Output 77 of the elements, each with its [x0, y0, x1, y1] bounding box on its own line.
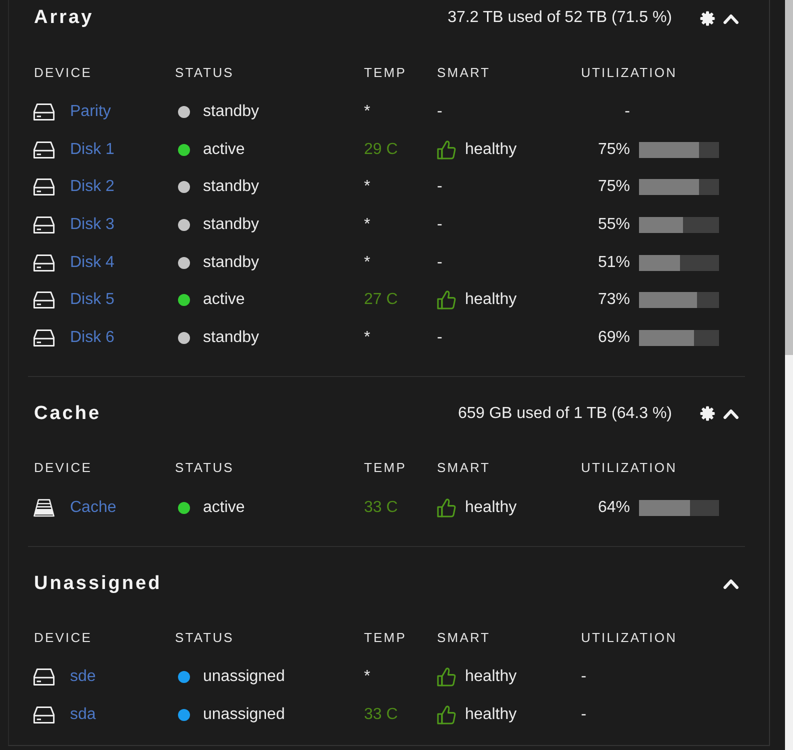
column-header: STATUS — [175, 630, 235, 645]
smart-status: - — [437, 178, 442, 196]
smart-status: healthy — [465, 140, 517, 159]
column-header: SMART — [437, 630, 492, 645]
temperature-text: 29 C — [364, 140, 398, 159]
column-header: TEMP — [364, 460, 408, 476]
device-link[interactable]: Disk 4 — [70, 254, 114, 272]
temperature-text: * — [364, 328, 370, 347]
utilization-percent: 75% — [596, 140, 630, 159]
column-header: SMART — [437, 460, 492, 476]
temperature-text: * — [364, 178, 370, 196]
smart-status: healthy — [465, 668, 517, 686]
column-header: STATUS — [175, 64, 235, 80]
smart-status: - — [437, 328, 442, 347]
scrollbar-track[interactable] — [785, 0, 793, 750]
smart-status: - — [437, 102, 442, 121]
column-header: SMART — [437, 64, 492, 80]
utilization-percent: 55% — [596, 216, 630, 234]
utilization-percent: 51% — [596, 254, 630, 272]
status-text: standby — [203, 178, 260, 196]
temperature-text: * — [364, 102, 370, 121]
device-link[interactable]: sde — [70, 668, 96, 686]
status-text: standby — [203, 102, 260, 121]
column-header: UTILIZATION — [581, 630, 678, 645]
device-link[interactable]: Parity — [70, 102, 111, 121]
settings-icon[interactable] — [700, 10, 715, 26]
column-header: UTILIZATION — [581, 460, 678, 476]
device-link[interactable]: Disk 2 — [70, 178, 114, 196]
smart-status: - — [437, 216, 442, 234]
status-text: unassigned — [203, 706, 285, 724]
status-text: standby — [203, 216, 260, 234]
scrollbar-thumb[interactable] — [785, 0, 793, 355]
section-title: Array — [34, 7, 94, 29]
column-header: TEMP — [364, 630, 408, 645]
temperature-text: * — [364, 216, 370, 234]
device-link[interactable]: Disk 1 — [70, 140, 114, 159]
device-link[interactable]: Disk 6 — [70, 328, 114, 347]
settings-icon[interactable] — [700, 406, 715, 422]
column-header: DEVICE — [34, 64, 94, 80]
usage-summary: 37.2 TB used of 52 TB (71.5 %) — [448, 9, 672, 27]
utilization-percent: 75% — [596, 178, 630, 196]
temperature-text: 33 C — [364, 706, 398, 724]
smart-status: healthy — [465, 291, 517, 310]
temperature-text: * — [364, 668, 370, 686]
temperature-text: * — [364, 254, 370, 272]
device-link[interactable]: Disk 5 — [70, 291, 114, 310]
section-title: Unassigned — [34, 572, 162, 594]
status-text: standby — [203, 328, 260, 347]
status-text: active — [203, 498, 245, 517]
smart-status: healthy — [465, 498, 517, 517]
collapse-icon[interactable] — [723, 578, 739, 589]
smart-status: healthy — [465, 706, 517, 724]
utilization-text: - — [581, 706, 586, 724]
status-text: unassigned — [203, 668, 285, 686]
status-text: standby — [203, 254, 260, 272]
device-link[interactable]: sda — [70, 706, 96, 724]
utilization-percent: - — [624, 102, 630, 121]
collapse-icon[interactable] — [723, 12, 739, 24]
usage-summary: 659 GB used of 1 TB (64.3 %) — [458, 404, 672, 423]
collapse-icon[interactable] — [723, 408, 739, 420]
column-header: UTILIZATION — [581, 64, 678, 80]
status-text: active — [203, 140, 245, 159]
device-link[interactable]: Cache — [70, 498, 116, 517]
column-header: TEMP — [364, 64, 408, 80]
temperature-text: 33 C — [364, 498, 398, 517]
column-header: DEVICE — [34, 460, 94, 476]
status-text: active — [203, 291, 245, 310]
utilization-percent: 64% — [596, 498, 630, 517]
temperature-text: 27 C — [364, 291, 398, 310]
utilization-percent: 73% — [596, 291, 630, 310]
section-title: Cache — [34, 402, 102, 425]
utilization-text: - — [581, 668, 586, 686]
utilization-percent: 69% — [596, 328, 630, 347]
column-header: DEVICE — [34, 630, 94, 645]
device-link[interactable]: Disk 3 — [70, 216, 114, 234]
column-header: STATUS — [175, 460, 235, 476]
smart-status: - — [437, 254, 442, 272]
